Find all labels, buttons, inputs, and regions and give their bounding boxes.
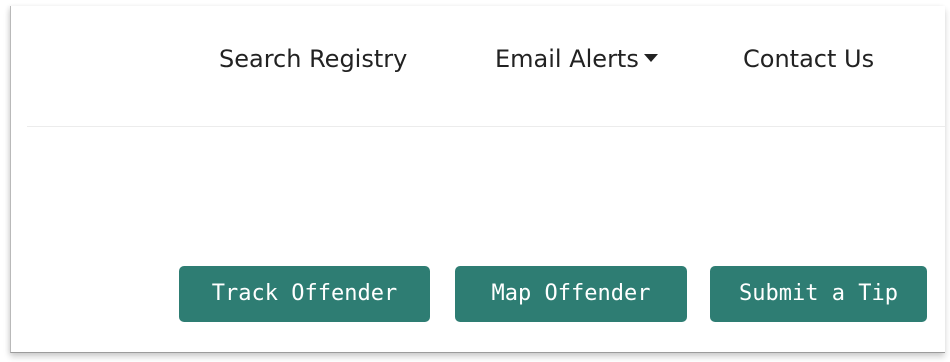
submit-tip-button[interactable]: Submit a Tip [710, 266, 927, 322]
nav-email-alerts-dropdown[interactable]: Email Alerts [495, 44, 658, 74]
nav-email-alerts-label: Email Alerts [495, 45, 639, 73]
track-offender-button[interactable]: Track Offender [179, 266, 430, 322]
top-navigation: Search Registry Email Alerts Contact Us [11, 44, 945, 84]
nav-divider [27, 126, 945, 127]
caret-down-icon [643, 54, 658, 62]
map-offender-button[interactable]: Map Offender [455, 266, 687, 322]
nav-contact-us[interactable]: Contact Us [743, 44, 874, 74]
nav-search-registry[interactable]: Search Registry [219, 44, 407, 74]
page-frame: Search Registry Email Alerts Contact Us … [10, 6, 945, 353]
